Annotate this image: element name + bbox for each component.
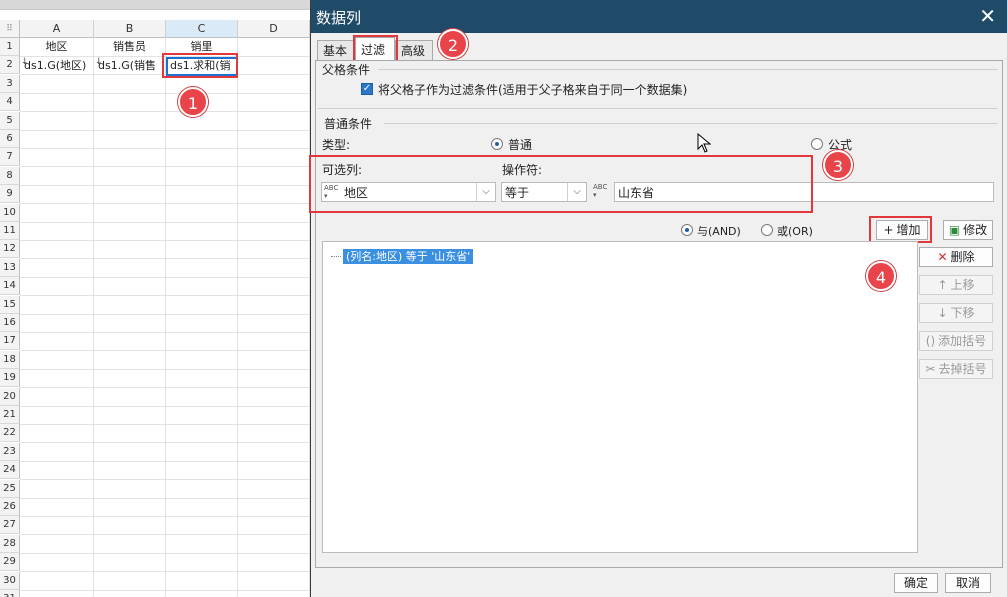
row-header[interactable]: 16: [0, 314, 20, 332]
modify-button[interactable]: ▣ 修改: [943, 220, 993, 240]
row-header[interactable]: 28: [0, 534, 20, 553]
sheet-toolbar-strip: [0, 0, 310, 10]
row-header[interactable]: 1: [0, 38, 20, 56]
bracket-icon: (): [925, 334, 936, 348]
row-header[interactable]: 14: [0, 277, 20, 296]
row-header[interactable]: 22: [0, 424, 20, 443]
spreadsheet: ⠿ A B C D 1 2 3 4 5 6 7 8 9 10 11 12 13 14 15 16 17 18 19 2…: [0, 0, 310, 597]
type-normal-label: 普通: [508, 138, 533, 152]
dialog-titlebar: 数据列 ✕: [311, 0, 1007, 33]
tab-basic[interactable]: 基本: [317, 40, 355, 60]
row-header[interactable]: 6: [0, 130, 20, 148]
parent-condition-group-label: 父格条件: [322, 63, 371, 77]
row-header[interactable]: 17: [0, 332, 20, 351]
parent-filter-checkbox[interactable]: ✓: [361, 83, 373, 95]
delete-x-icon: ✕: [937, 250, 948, 264]
row-header[interactable]: 8: [0, 166, 20, 185]
remove-bracket-icon: ✂: [925, 362, 936, 376]
data-column-dialog: 数据列 ✕ 基本 过滤 高级 2 父格条件 ✓ 将父格子作为过滤条件(适用于父子…: [309, 0, 1007, 597]
condition-list[interactable]: (列名:地区) 等于 '山东省': [322, 241, 918, 553]
edit-icon: ▣: [948, 223, 961, 237]
row-header[interactable]: 26: [0, 498, 20, 516]
and-label: 与(AND): [697, 225, 741, 238]
cell-b2[interactable]: ds1.G(销售: [98, 57, 165, 75]
add-bracket-button[interactable]: () 添加括号: [919, 331, 993, 351]
arrow-up-icon: ↑: [937, 278, 948, 292]
arrow-down-icon: ↓: [937, 306, 948, 320]
cancel-button[interactable]: 取消: [945, 573, 991, 593]
or-radio[interactable]: [761, 224, 773, 236]
row-header[interactable]: 12: [0, 240, 20, 259]
step-badge-1: 1: [178, 87, 208, 117]
or-label: 或(OR): [777, 225, 813, 238]
column-header-a[interactable]: A: [20, 20, 94, 38]
type-normal-radio[interactable]: [491, 138, 503, 150]
row-header[interactable]: 27: [0, 516, 20, 535]
highlight-box-1: [162, 53, 238, 78]
step-badge-2: 2: [438, 29, 468, 59]
type-label: 类型:: [322, 138, 351, 152]
row-header[interactable]: 7: [0, 148, 20, 167]
cell-b1[interactable]: 销售员: [94, 38, 165, 56]
close-icon[interactable]: ✕: [979, 4, 996, 28]
column-header-c[interactable]: C: [166, 20, 238, 38]
row-header[interactable]: 10: [0, 203, 20, 222]
row-header[interactable]: 30: [0, 571, 20, 590]
dialog-title: 数据列: [316, 9, 362, 27]
row-header[interactable]: 23: [0, 442, 20, 461]
highlight-box-4: [869, 216, 932, 243]
row-header[interactable]: 11: [0, 222, 20, 240]
move-up-button[interactable]: ↑ 上移: [919, 275, 993, 295]
column-header-d[interactable]: D: [238, 20, 310, 38]
expand-down-icon: ↓: [21, 57, 29, 67]
row-header[interactable]: 24: [0, 461, 20, 480]
mouse-cursor-icon: [697, 132, 712, 156]
highlight-box-3: [309, 155, 813, 213]
row-header[interactable]: 31: [0, 590, 20, 597]
row-header[interactable]: 9: [0, 185, 20, 204]
row-header[interactable]: 21: [0, 406, 20, 424]
select-all-corner[interactable]: ⠿: [0, 20, 20, 38]
row-header[interactable]: 2: [0, 56, 20, 75]
column-header-b[interactable]: B: [94, 20, 166, 38]
parent-filter-checkbox-label: 将父格子作为过滤条件(适用于父子格来自于同一个数据集): [378, 83, 688, 97]
type-formula-radio[interactable]: [811, 138, 823, 150]
cell-a1[interactable]: 地区: [20, 38, 93, 56]
tab-advanced[interactable]: 高级: [395, 40, 433, 60]
remove-bracket-button[interactable]: ✂ 去掉括号: [919, 359, 993, 379]
row-header[interactable]: 15: [0, 295, 20, 314]
step-badge-3: 3: [823, 150, 853, 180]
row-header[interactable]: 20: [0, 387, 20, 406]
row-header[interactable]: 13: [0, 258, 20, 277]
cell-a2[interactable]: ds1.G(地区): [24, 57, 93, 75]
normal-condition-group-label: 普通条件: [324, 117, 373, 131]
move-down-button[interactable]: ↓ 下移: [919, 303, 993, 323]
step-badge-4: 4: [866, 261, 896, 291]
row-header[interactable]: 29: [0, 553, 20, 572]
ok-button[interactable]: 确定: [894, 573, 938, 593]
delete-button[interactable]: ✕ 删除: [919, 247, 993, 267]
and-radio[interactable]: [681, 224, 693, 236]
row-header[interactable]: 3: [0, 74, 20, 93]
row-header[interactable]: 18: [0, 350, 20, 369]
expand-down-icon: ↓: [95, 57, 103, 67]
row-header[interactable]: 5: [0, 111, 20, 130]
row-header[interactable]: 25: [0, 479, 20, 498]
row-header[interactable]: 4: [0, 93, 20, 112]
row-header[interactable]: 19: [0, 369, 20, 388]
condition-item[interactable]: (列名:地区) 等于 '山东省': [343, 249, 474, 264]
